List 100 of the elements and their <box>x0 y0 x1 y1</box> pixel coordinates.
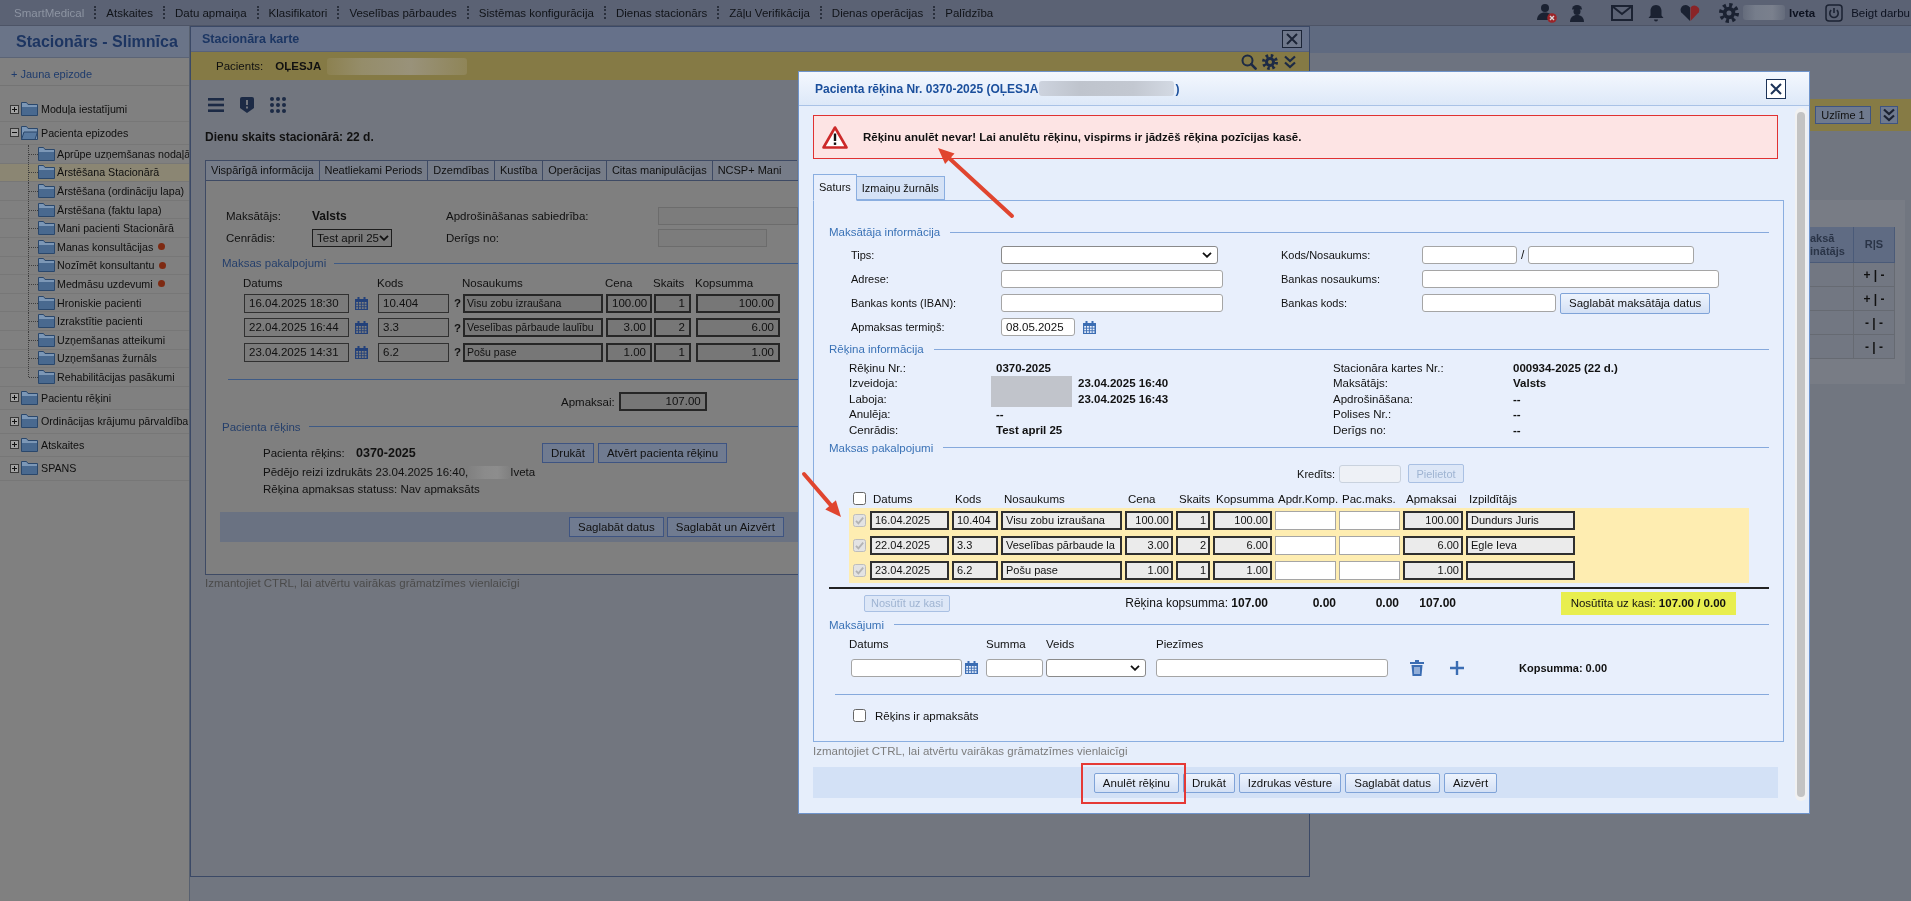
help-mark[interactable]: ? <box>452 297 463 310</box>
menu-item[interactable]: Palīdzība <box>935 6 1004 19</box>
notes-field[interactable] <box>1156 658 1388 677</box>
tree-item[interactable]: Ordinācijas krājumu pārvaldība <box>0 410 189 434</box>
caret-icon[interactable] <box>1202 252 1212 258</box>
tree-item[interactable]: Uzņemšanas žurnāls <box>0 349 189 369</box>
plus-box-icon[interactable] <box>10 393 19 403</box>
heart-icon[interactable] <box>1678 3 1701 22</box>
tree-item[interactable]: Rehabilitācijas pasākumi <box>0 368 189 387</box>
date-field[interactable]: 23.04.2025 14:31 <box>244 342 349 362</box>
open-invoice-button[interactable]: Atvērt pacienta rēķinu <box>597 442 728 463</box>
code-field[interactable] <box>1422 246 1517 264</box>
text-field[interactable] <box>1422 294 1556 312</box>
calendar-icon[interactable] <box>355 296 368 310</box>
menu-item[interactable]: Zāļu Verifikācija <box>719 6 820 19</box>
price-list-dropdown[interactable]: Test april 25 <box>312 229 392 247</box>
plus-box-icon[interactable] <box>10 440 19 450</box>
plus-box-icon[interactable] <box>10 416 19 426</box>
minus-box-icon[interactable] <box>10 128 19 138</box>
text-field[interactable] <box>1422 270 1719 288</box>
settings-icon[interactable] <box>1262 54 1278 70</box>
grid-icon[interactable] <box>270 97 286 113</box>
tree-item[interactable]: Ārstēšana (ordināciju lapa) <box>0 182 189 201</box>
calendar-icon[interactable] <box>355 321 368 335</box>
tree-item[interactable]: Uzņemšanas atteikumi <box>0 330 189 350</box>
tab[interactable]: Neatliekami Periods <box>318 160 429 180</box>
menu-icon[interactable] <box>208 98 224 112</box>
calendar-icon[interactable] <box>1083 320 1096 334</box>
scrollbar[interactable] <box>1795 108 1807 801</box>
tree-item[interactable]: Moduļa iestatījumi <box>0 98 189 122</box>
menu-item[interactable]: Datu apmaiņa <box>165 6 257 19</box>
tree-item[interactable]: Pacientu rēķini <box>0 386 189 411</box>
badge-icon[interactable] <box>240 97 254 113</box>
date-field[interactable]: 08.05.2025 <box>1001 318 1075 336</box>
envelope-icon[interactable] <box>1610 4 1633 21</box>
tree-item[interactable]: Nozīmēt konsultantu <box>0 256 189 276</box>
insurer-field[interactable] <box>658 207 798 225</box>
amount-field[interactable] <box>986 658 1043 677</box>
column-header[interactable]: R|S <box>1853 227 1895 263</box>
close-button[interactable]: Aizvērt <box>1443 772 1498 793</box>
save-button[interactable]: Saglabāt datus <box>569 516 664 537</box>
user-remove-icon[interactable] <box>1536 2 1557 23</box>
tree-item[interactable]: Ārstēšana (faktu lapa) <box>0 200 189 220</box>
save-button[interactable]: Saglabāt datus <box>1345 772 1440 793</box>
save-payer-button[interactable]: Saglabāt maksātāja datus <box>1560 292 1711 314</box>
code-field[interactable]: 6.2 <box>378 342 449 362</box>
plus-box-icon[interactable] <box>10 104 19 114</box>
power-icon[interactable] <box>1825 3 1844 22</box>
calendar-icon[interactable] <box>965 661 978 674</box>
text-field[interactable] <box>1001 294 1223 312</box>
cancel-invoice-button[interactable]: Anulēt rēķinu <box>1093 772 1179 793</box>
checkbox[interactable] <box>853 709 866 722</box>
tree-item[interactable]: Medmāsu uzdevumi <box>0 275 189 294</box>
menu-item[interactable]: Klasifikatori <box>258 6 338 19</box>
double-chevron-icon[interactable] <box>1283 55 1297 69</box>
patient-share-field[interactable] <box>1339 560 1400 580</box>
tab[interactable]: Saturs <box>813 174 857 201</box>
tab[interactable]: Dzemdības <box>427 160 495 180</box>
menu-item[interactable]: Sistēmas konfigurācija <box>468 6 604 19</box>
print-button[interactable]: Drukāt <box>542 442 594 463</box>
tab[interactable]: Kustība <box>494 160 544 180</box>
plus-box-icon[interactable] <box>10 463 19 473</box>
insurer-share-field[interactable] <box>1275 535 1336 555</box>
tab[interactable]: Vispārīgā informācija <box>205 160 320 180</box>
patient-share-field[interactable] <box>1339 535 1400 555</box>
sticker-button[interactable]: Uzlīme 1 <box>1815 106 1871 124</box>
menu-item[interactable]: Dienas stacionārs <box>605 6 718 19</box>
help-mark[interactable]: ? <box>452 346 463 359</box>
insurer-share-field[interactable] <box>1275 510 1336 530</box>
settings-icon[interactable] <box>1718 2 1739 23</box>
text-field[interactable] <box>1001 270 1223 288</box>
trash-icon[interactable] <box>1410 659 1424 676</box>
print-button[interactable]: Drukāt <box>1183 772 1235 793</box>
search-icon[interactable] <box>1241 54 1257 70</box>
help-mark[interactable]: ? <box>452 321 463 334</box>
caret-icon[interactable] <box>1130 664 1140 671</box>
tree-item[interactable]: SPANS <box>0 457 189 481</box>
menu-item[interactable]: Atskaites <box>96 6 163 19</box>
tree-item[interactable]: Atskaites <box>0 433 189 458</box>
date-field[interactable] <box>851 658 962 677</box>
save-and-close-button[interactable]: Saglabāt un Aizvērt <box>666 516 784 537</box>
tree-item[interactable]: Hroniskie pacienti <box>0 293 189 313</box>
person-icon[interactable] <box>1568 3 1585 22</box>
tree-item[interactable]: Manas konsultācijas <box>0 237 189 257</box>
name-field[interactable] <box>1528 246 1695 264</box>
bell-icon[interactable] <box>1646 3 1665 22</box>
code-field[interactable]: 3.3 <box>378 318 449 338</box>
plus-icon[interactable] <box>1450 660 1464 675</box>
print-history-button[interactable]: Izdrukas vēsture <box>1238 772 1342 793</box>
logout-link[interactable]: Beigt darbu <box>1851 6 1910 19</box>
calendar-icon[interactable] <box>355 345 368 359</box>
date-field[interactable]: 16.04.2025 18:30 <box>244 293 349 313</box>
column-header[interactable]: aksā inātājs <box>1810 227 1853 263</box>
tab[interactable]: Izmaiņu žurnāls <box>855 176 945 200</box>
tab[interactable]: Citas manipulācijas <box>605 160 713 180</box>
tree-item[interactable]: Izrakstītie pacienti <box>0 312 189 331</box>
insurer-share-field[interactable] <box>1275 560 1336 580</box>
code-field[interactable]: 10.404 <box>378 293 449 313</box>
menu-item[interactable]: Veselības pārbaudes <box>339 6 467 19</box>
tab[interactable]: NCSP+ Mani <box>711 160 797 180</box>
